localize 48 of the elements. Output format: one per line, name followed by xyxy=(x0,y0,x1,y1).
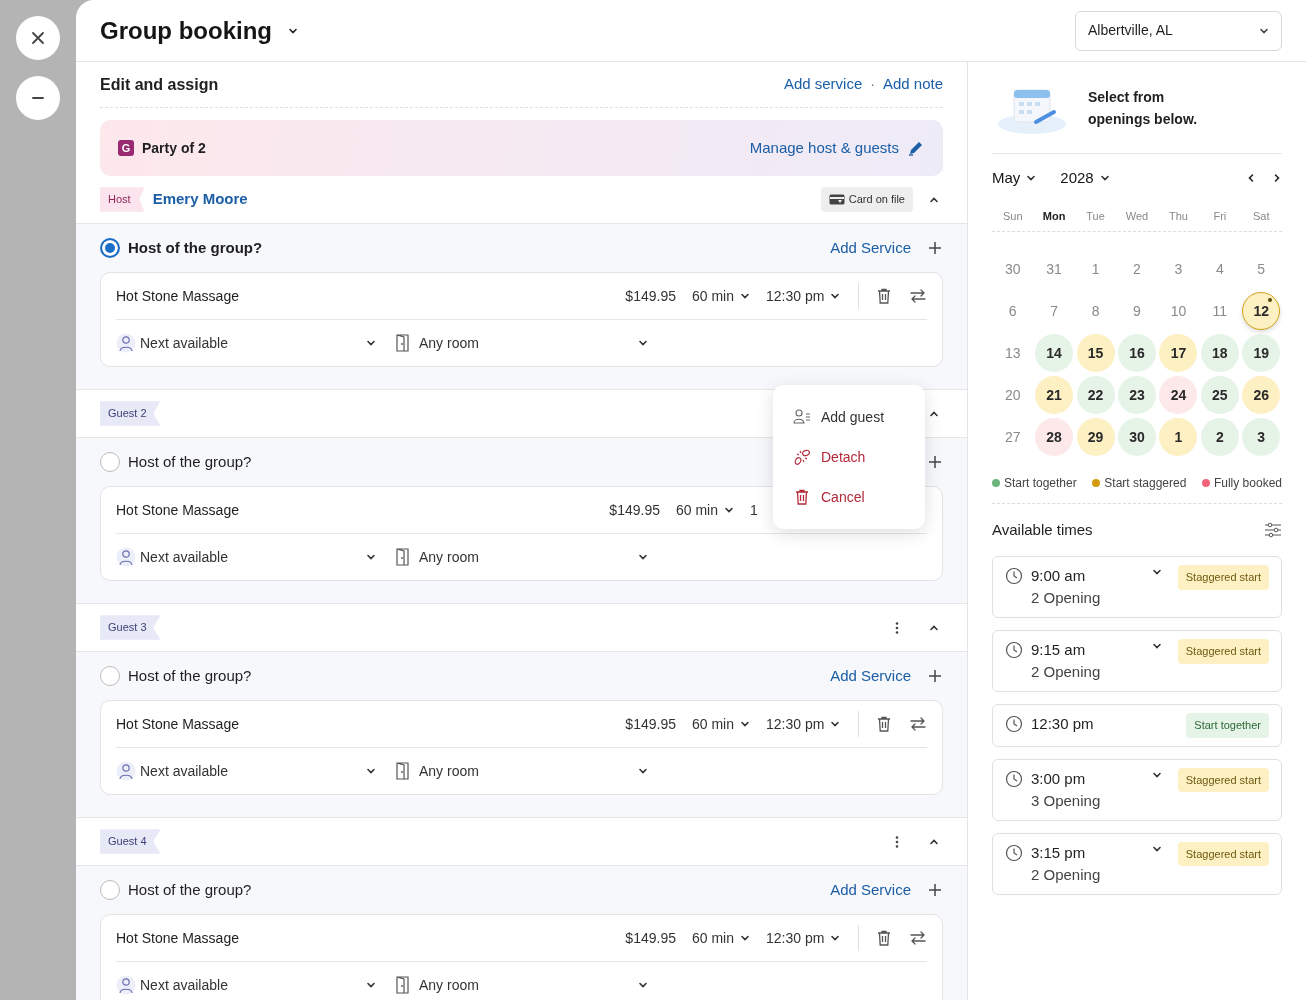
slot-openings: 3 Opening xyxy=(1031,790,1102,811)
section-title: Edit and assign xyxy=(100,74,219,95)
party-label: Party of 2 xyxy=(142,138,206,158)
weekday-label: Tue xyxy=(1085,209,1106,225)
slot-time: 9:15 am xyxy=(1031,640,1087,660)
card-on-file-badge: Card on file xyxy=(820,187,913,212)
host-question: Host of the group? xyxy=(128,451,252,472)
weekday-label: Thu xyxy=(1167,209,1189,225)
section-title: Available times xyxy=(992,519,1093,540)
service-price: $149.95 xyxy=(625,714,676,734)
weekday-label: Sat xyxy=(1252,209,1271,225)
page-title: Group booking xyxy=(100,15,272,46)
legend-label: Start staggered xyxy=(1104,474,1187,492)
legend-label: Start together xyxy=(1004,474,1077,492)
slot-time: 3:15 pm xyxy=(1031,842,1087,863)
status-badge: Staggered start xyxy=(1177,767,1269,792)
weekday-label: Fri xyxy=(1212,209,1228,225)
slot-time: 3:00 pm xyxy=(1031,768,1087,789)
service-name: Hot Stone Massage xyxy=(116,714,239,734)
host-question: Host of the group? xyxy=(128,237,263,258)
guest-tag: Guest 2 xyxy=(100,401,161,426)
slot-openings: 2 Opening xyxy=(1031,662,1102,682)
status-badge: Start together xyxy=(1186,713,1269,738)
legend-label: Fully booked xyxy=(1213,474,1282,492)
separator-dot: · xyxy=(870,75,875,94)
status-badge: Staggered start xyxy=(1177,565,1269,590)
weekday-label: Mon xyxy=(1041,209,1067,225)
guest-tag: Host xyxy=(100,187,145,212)
guest-tag: Guest 4 xyxy=(100,829,161,854)
slot-time: 12:30 pm xyxy=(1031,714,1095,734)
service-price: $149.95 xyxy=(625,928,676,948)
service-name: Hot Stone Massage xyxy=(116,928,239,948)
weekday-label: Wed xyxy=(1124,209,1150,225)
status-badge: Staggered start xyxy=(1177,841,1269,866)
service-name: Hot Stone Massage xyxy=(116,286,239,306)
slot-openings: 2 Opening xyxy=(1031,588,1102,608)
intro-text: Select from openings below. xyxy=(1088,87,1199,129)
service-price: $149.95 xyxy=(609,500,660,520)
host-question: Host of the group? xyxy=(128,665,252,686)
status-badge: Staggered start xyxy=(1177,639,1269,664)
slot-time: 9:00 am xyxy=(1031,566,1087,586)
service-name: Hot Stone Massage xyxy=(116,500,239,520)
host-question: Host of the group? xyxy=(128,879,252,900)
service-price: $149.95 xyxy=(625,286,676,306)
weekday-label: Sun xyxy=(1001,209,1024,225)
slot-openings: 2 Opening xyxy=(1031,864,1102,885)
group-icon: G xyxy=(118,140,134,156)
guest-tag: Guest 3 xyxy=(100,615,161,640)
